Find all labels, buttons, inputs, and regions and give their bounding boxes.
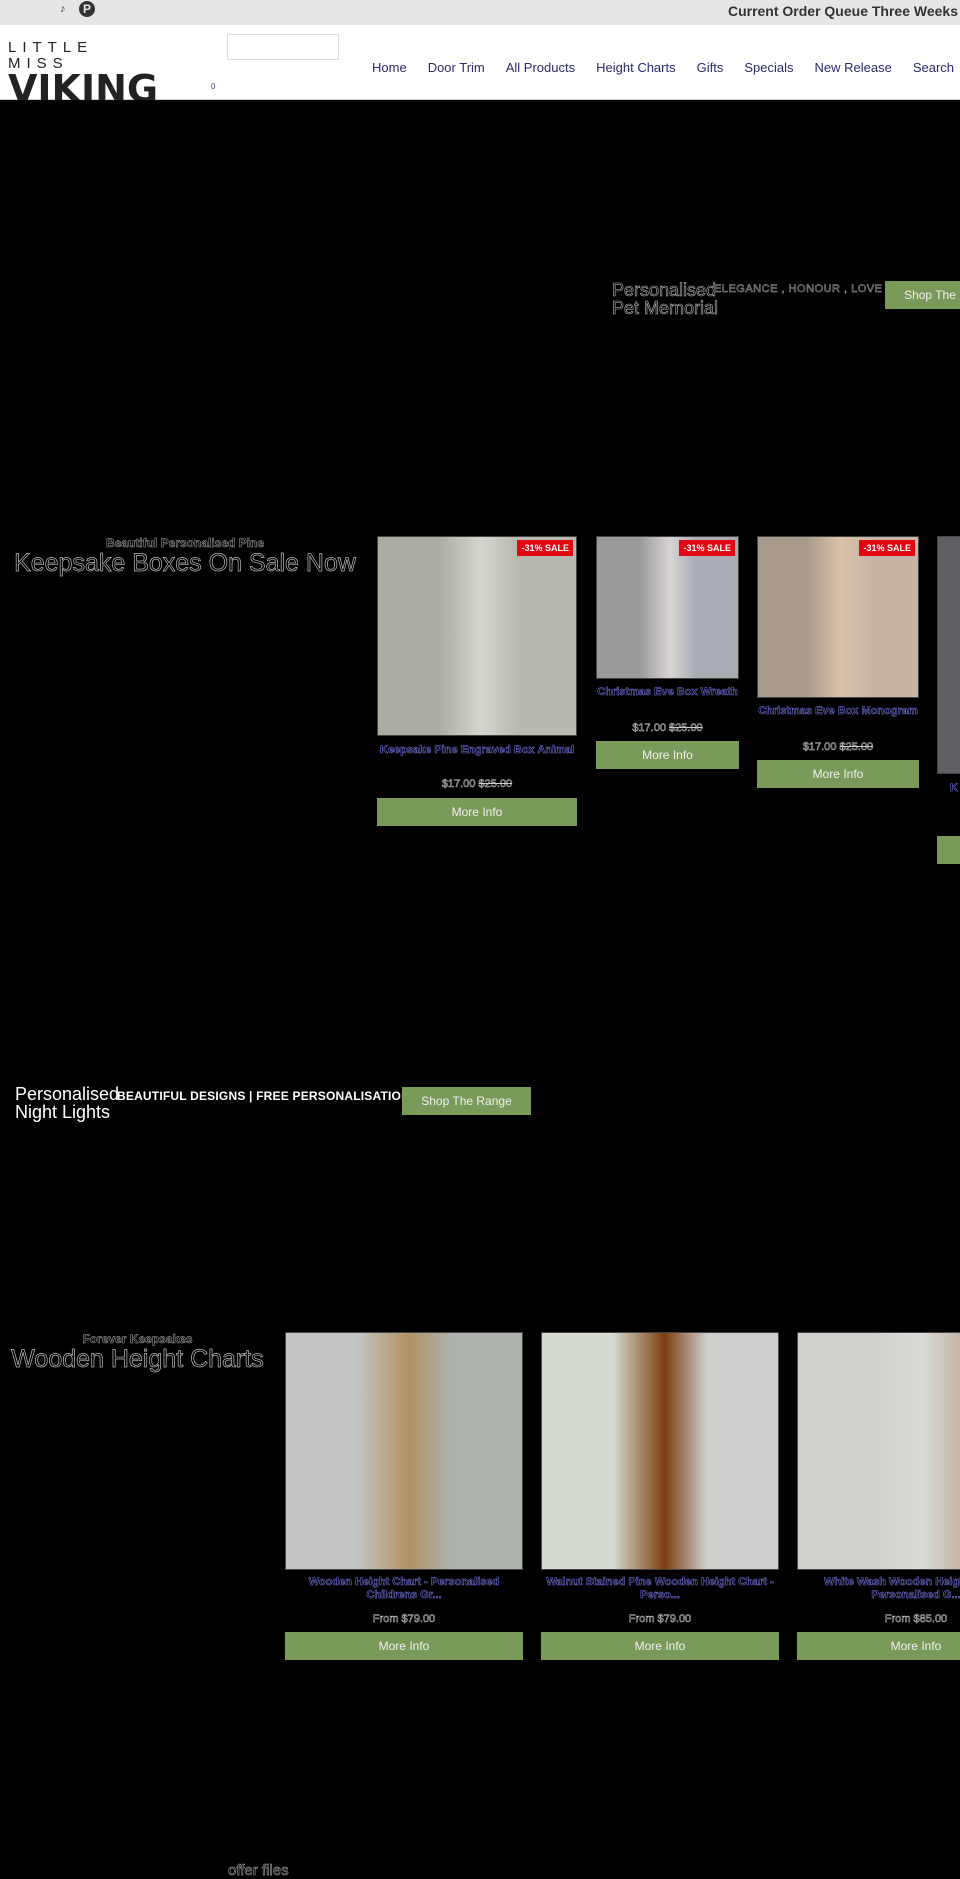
main-nav: Home Door Trim All Products Height Chart…	[372, 60, 960, 75]
night-lights-title-line1: Personalised	[15, 1084, 120, 1104]
product-price: From $79.00	[372, 1613, 436, 1626]
sale-price: $17.00	[802, 741, 837, 754]
more-info-button[interactable]: More Info	[757, 760, 919, 788]
nav-home[interactable]: Home	[372, 60, 407, 75]
product-card[interactable]: White Wash Wooden Height Chart - Persona…	[797, 1332, 960, 1662]
product-image[interactable]	[377, 536, 577, 736]
night-lights-title-line2: Night Lights	[15, 1102, 111, 1122]
nav-all-products[interactable]: All Products	[506, 60, 575, 75]
nav-height-charts[interactable]: Height Charts	[596, 60, 675, 75]
product-card[interactable]: K	[937, 536, 960, 866]
compare-price: $25.00	[478, 778, 513, 791]
product-price: From $85.00	[884, 1613, 948, 1626]
product-name[interactable]: Christmas Eve Box Wreath	[596, 686, 739, 699]
sale-badge: -31% SALE	[679, 540, 735, 556]
height-charts-title: Wooden Height Charts	[11, 1345, 264, 1374]
top-bar: ♪ P Current Order Queue Three Weeks	[0, 0, 960, 25]
logo[interactable]: LITTLE MISS VIKING	[8, 40, 158, 109]
product-name[interactable]: Keepsake Pine Engraved Box Animal	[377, 744, 577, 757]
hero-pet-memorial	[0, 100, 960, 530]
product-name[interactable]: K	[950, 782, 960, 795]
nav-new-release[interactable]: New Release	[814, 60, 891, 75]
site-header: LITTLE MISS VIKING 0 Home Door Trim All …	[0, 25, 960, 108]
night-lights-subtitle: BEAUTIFUL DESIGNS | FREE PERSONALISATION	[117, 1089, 410, 1103]
product-price: From $79.00	[628, 1613, 692, 1626]
product-image[interactable]	[797, 1332, 960, 1570]
product-name[interactable]: Christmas Eve Box Monogram	[757, 705, 919, 718]
sale-price: $17.00	[632, 722, 666, 735]
nav-door-trim[interactable]: Door Trim	[428, 60, 485, 75]
cart-count[interactable]: 0	[211, 82, 215, 91]
product-name[interactable]: White Wash Wooden Height Chart - Persona…	[797, 1576, 960, 1602]
product-image[interactable]	[937, 536, 960, 774]
more-info-button[interactable]: More Info	[285, 1632, 523, 1660]
sale-price: $17.00	[441, 778, 476, 791]
product-name[interactable]: Walnut Stained Pine Wooden Height Chart …	[541, 1576, 779, 1602]
hero-subtitle: ELEGANCE , HONOUR , LOVE	[714, 283, 883, 296]
sale-badge: -31% SALE	[517, 540, 573, 556]
product-card[interactable]: -31% SALE Christmas Eve Box Monogram $17…	[757, 536, 919, 788]
more-info-button[interactable]: More Info	[797, 1632, 960, 1660]
compare-price: $25.00	[839, 741, 874, 754]
hero-title-line1: Personalised	[612, 280, 717, 300]
keepsake-subtitle: Beautiful Personalised Pine	[105, 536, 265, 551]
product-card[interactable]: Walnut Stained Pine Wooden Height Chart …	[541, 1332, 779, 1662]
product-name[interactable]: Wooden Height Chart - Personalised Child…	[285, 1576, 523, 1602]
product-price: $17.00 $25.00	[757, 741, 919, 754]
height-charts-subtitle: Forever Keepsakes	[82, 1332, 193, 1347]
compare-price: $25.00	[669, 722, 703, 735]
nav-gifts[interactable]: Gifts	[697, 60, 724, 75]
product-card[interactable]: -31% SALE Keepsake Pine Engraved Box Ani…	[377, 536, 577, 826]
shop-pet-memorial-button[interactable]: Shop The	[885, 281, 960, 309]
product-card[interactable]: Wooden Height Chart - Personalised Child…	[285, 1332, 523, 1662]
product-image[interactable]	[596, 536, 739, 679]
hero-title-line2: Pet Memorial	[612, 298, 719, 318]
shop-the-range-button[interactable]: Shop The Range	[402, 1087, 531, 1115]
product-price: $17.00 $25.00	[596, 722, 739, 735]
night-lights-title: Personalised Night Lights	[15, 1085, 119, 1121]
nav-search[interactable]: Search	[913, 60, 954, 75]
announcement-text: Current Order Queue Three Weeks	[727, 3, 958, 19]
tiktok-icon[interactable]: ♪	[60, 3, 66, 15]
keepsake-title: Keepsake Boxes On Sale Now	[14, 549, 357, 578]
pinterest-icon[interactable]: P	[79, 1, 95, 17]
product-card[interactable]: -31% SALE Christmas Eve Box Wreath $17.0…	[596, 536, 739, 770]
more-info-button[interactable]: More Info	[541, 1632, 779, 1660]
product-image[interactable]	[757, 536, 919, 698]
more-info-button[interactable]	[937, 836, 960, 864]
more-info-button[interactable]: More Info	[377, 798, 577, 826]
product-price: $17.00 $25.00	[377, 778, 577, 791]
product-image[interactable]	[285, 1332, 523, 1570]
more-info-button[interactable]: More Info	[596, 741, 739, 769]
product-image[interactable]	[541, 1332, 779, 1570]
footer-section-heading: offer files	[228, 1862, 289, 1879]
search-input[interactable]	[227, 34, 339, 60]
sale-badge: -31% SALE	[859, 540, 915, 556]
nav-specials[interactable]: Specials	[744, 60, 793, 75]
